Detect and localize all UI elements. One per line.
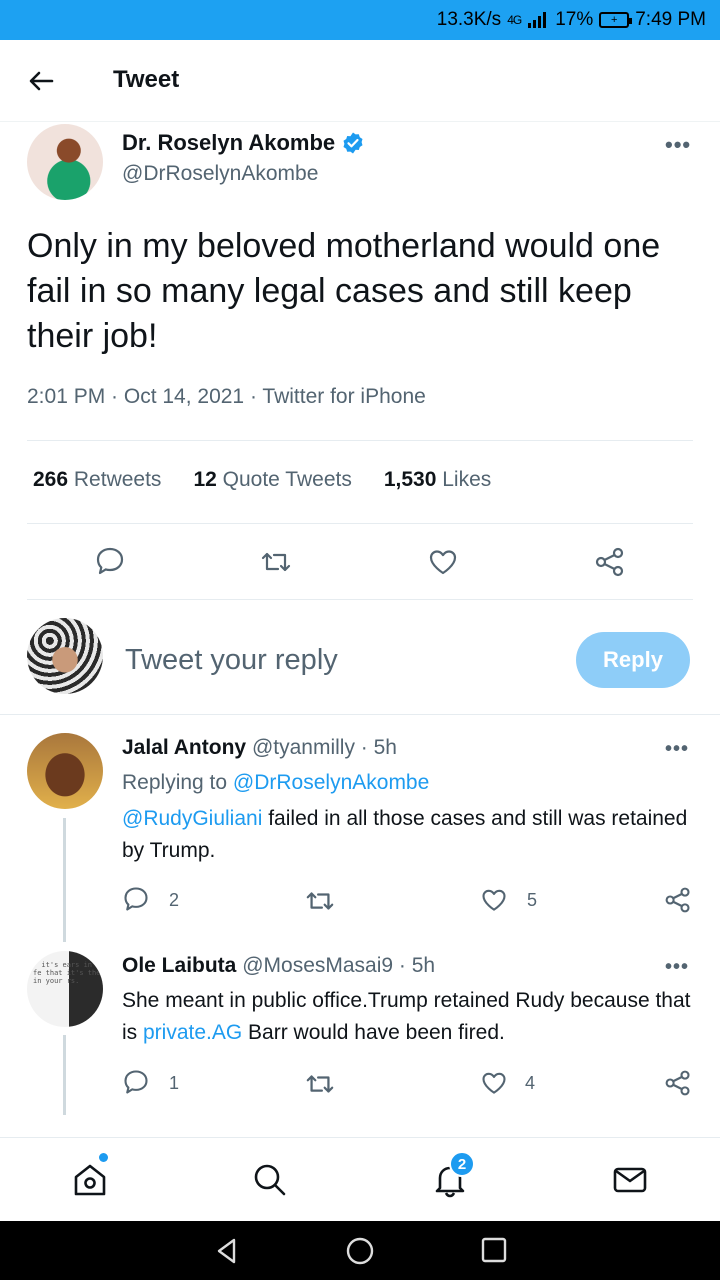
reply-icon[interactable] [122, 1068, 150, 1096]
replying-to-link[interactable]: @DrRoselynAkombe [233, 771, 429, 794]
reply-icon[interactable] [94, 545, 126, 577]
tweet-text: Only in my beloved motherland would one … [27, 227, 661, 355]
network-type: 4G [507, 13, 522, 27]
reply-count: 2 [169, 890, 180, 910]
retweet-icon[interactable] [305, 886, 335, 916]
tweet-timestamp[interactable]: 2:01 PM · Oct 14, 2021 · Twitter for iPh… [27, 385, 426, 409]
system-home-icon[interactable] [345, 1236, 375, 1266]
mention-link[interactable]: @RudyGiuliani [122, 807, 262, 830]
user-avatar[interactable] [27, 618, 103, 694]
inline-link[interactable]: private.AG [143, 1021, 242, 1044]
likes-label: Likes [442, 468, 492, 491]
page-title: Tweet [113, 66, 180, 93]
like-icon[interactable] [427, 546, 459, 578]
top-bar: Tweet [0, 40, 720, 122]
share-icon[interactable] [664, 1069, 692, 1097]
reply-header: Jalal Antony @tyanmilly · 5h [122, 736, 397, 760]
retweet-icon[interactable] [260, 546, 292, 578]
divider [27, 440, 693, 441]
thread-line [63, 1035, 66, 1115]
more-icon[interactable]: ••• [665, 956, 689, 979]
clock: 7:49 PM [635, 9, 706, 30]
quotes-label: Quote Tweets [222, 468, 352, 491]
replying-to: Replying to @DrRoselynAkombe [122, 767, 702, 799]
reply-button[interactable]: Reply [576, 632, 690, 688]
thread-line [63, 818, 66, 942]
likes-count: 1,530 [383, 468, 437, 491]
status-bar: 13.3K/s 4G 17% + 7:49 PM [0, 0, 720, 40]
author-name-text: Dr. Roselyn Akombe [122, 130, 336, 155]
likes-stat[interactable]: 1,530 Likes [384, 468, 491, 492]
retweets-count: 266 [33, 468, 69, 491]
reply-age: · 5h [398, 954, 436, 977]
divider [27, 599, 693, 600]
reply-count: 1 [169, 1073, 180, 1093]
reply-avatar[interactable]: “ it's ears in fe that it's the in your … [27, 951, 103, 1027]
home-unread-dot [99, 1153, 108, 1162]
bottom-nav: 2 [0, 1137, 720, 1221]
reply-avatar[interactable] [27, 733, 103, 809]
battery-icon: + [599, 12, 633, 28]
author-name[interactable]: Dr. Roselyn Akombe [122, 130, 365, 156]
notifications-badge: 2 [449, 1151, 475, 1177]
divider [27, 523, 693, 524]
avatar-quote-text: “ it's ears in fe that it's the in your … [33, 961, 101, 985]
reply-author-handle: @MosesMasai9 [242, 954, 394, 977]
retweet-icon[interactable] [305, 1069, 335, 1099]
like-count: 4 [525, 1073, 536, 1093]
reply-age: · 5h [360, 736, 397, 759]
verified-icon [343, 132, 363, 154]
reply-author-name[interactable]: Jalal Antony [122, 736, 246, 759]
network-speed: 13.3K/s [436, 9, 502, 30]
like-icon[interactable] [480, 886, 508, 914]
more-icon[interactable]: ••• [665, 738, 689, 761]
retweets-label: Retweets [73, 468, 162, 491]
search-icon[interactable] [250, 1160, 290, 1200]
reply-text: @RudyGiuliani failed in all those cases … [122, 803, 702, 867]
reply-text: She meant in public office.Trump retaine… [122, 985, 702, 1049]
battery-percent: 17% [555, 9, 594, 30]
system-back-icon[interactable] [212, 1236, 242, 1266]
reply-input[interactable]: Tweet your reply [125, 644, 338, 677]
share-icon[interactable] [594, 546, 626, 578]
like-count: 5 [527, 890, 538, 910]
replying-prefix: Replying to [122, 771, 228, 794]
reply-author-handle: @tyanmilly [251, 736, 355, 759]
author-handle: @DrRoselynAkombe [122, 162, 319, 185]
reply-text-after: Barr would have been fired. [242, 1021, 505, 1044]
reply-header: Ole Laibuta @MosesMasai9 · 5h [122, 954, 435, 978]
divider [0, 714, 720, 715]
mail-icon[interactable] [610, 1160, 650, 1200]
back-arrow-icon[interactable] [26, 66, 56, 96]
reply-icon[interactable] [122, 885, 150, 913]
retweets-stat[interactable]: 266 Retweets [33, 468, 161, 492]
quotes-count: 12 [193, 468, 217, 491]
reply-author-name[interactable]: Ole Laibuta [122, 954, 236, 977]
more-icon[interactable]: ••• [665, 132, 691, 158]
author-avatar[interactable] [27, 124, 103, 200]
tweet-stats: 266 Retweets 12 Quote Tweets 1,530 Likes [33, 468, 491, 492]
quotes-stat[interactable]: 12 Quote Tweets [193, 468, 351, 492]
like-icon[interactable] [480, 1069, 508, 1097]
home-icon[interactable] [70, 1160, 110, 1200]
share-icon[interactable] [664, 886, 692, 914]
system-recents-icon[interactable] [480, 1236, 508, 1264]
signal-icon [528, 12, 547, 28]
system-nav-bar [0, 1221, 720, 1280]
